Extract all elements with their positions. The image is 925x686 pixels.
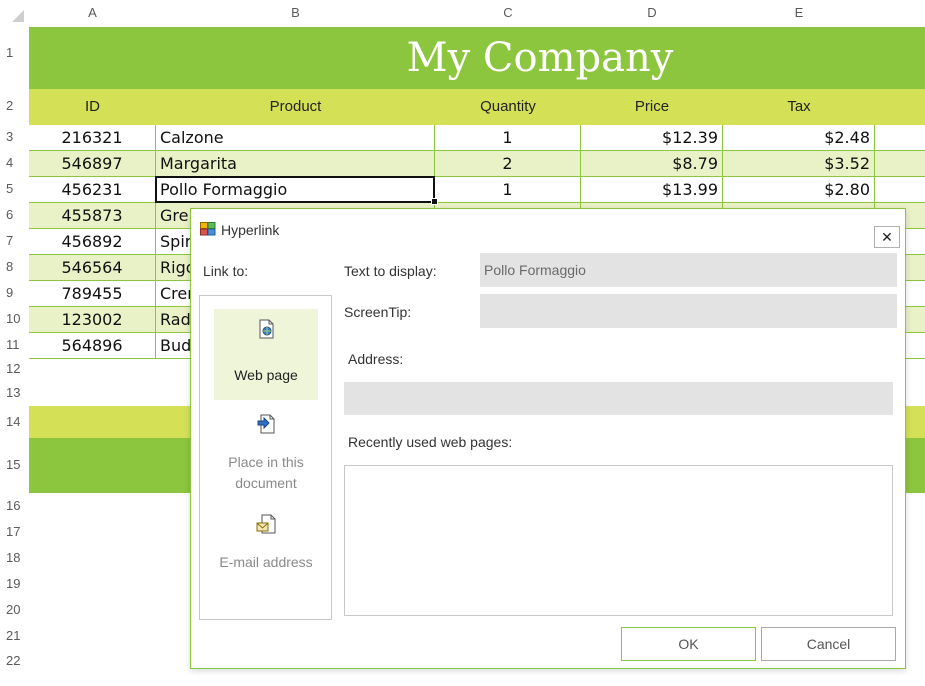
cell-f[interactable] <box>875 177 925 203</box>
cell-id[interactable]: 123002 <box>29 307 156 333</box>
row-header-5[interactable]: 5 <box>0 181 28 196</box>
column-header-b[interactable]: B <box>156 0 435 26</box>
row-header-7[interactable]: 7 <box>0 233 28 248</box>
ok-button[interactable]: OK <box>621 627 756 661</box>
selected-cell-outline <box>155 176 435 203</box>
row-header-20[interactable]: 20 <box>0 602 28 617</box>
cell-id[interactable]: 456231 <box>29 177 156 203</box>
row-header-3[interactable]: 3 <box>0 129 28 144</box>
place-in-document-label: Place in this document <box>228 454 304 491</box>
row-header-12[interactable]: 12 <box>0 361 28 376</box>
row-header-21[interactable]: 21 <box>0 628 28 643</box>
cell-id[interactable]: 546564 <box>29 255 156 281</box>
cell-quantity[interactable]: 1 <box>435 125 581 151</box>
cell-id[interactable]: 456892 <box>29 229 156 255</box>
header-price[interactable]: Price <box>581 89 723 125</box>
column-header-c[interactable]: C <box>435 0 581 26</box>
cell-price[interactable]: $12.39 <box>581 125 723 151</box>
row-header-13[interactable]: 13 <box>0 385 28 400</box>
row-header-4[interactable]: 4 <box>0 155 28 170</box>
close-icon: ✕ <box>881 229 893 245</box>
column-header-e[interactable]: E <box>723 0 875 26</box>
cell-id[interactable]: 789455 <box>29 281 156 307</box>
row-header-10[interactable]: 10 <box>0 311 28 326</box>
row-header-22[interactable]: 22 <box>0 653 28 668</box>
cell-product[interactable]: Margarita <box>156 151 435 177</box>
column-header-d[interactable]: D <box>581 0 723 26</box>
row-header-2[interactable]: 2 <box>0 98 28 113</box>
row-header-9[interactable]: 9 <box>0 285 28 300</box>
cell-quantity[interactable]: 1 <box>435 177 581 203</box>
header-id[interactable]: ID <box>29 89 156 125</box>
row-header-16[interactable]: 16 <box>0 498 28 513</box>
table-row: 546897 Margarita 2 $8.79 $3.52 <box>29 151 925 177</box>
row-header-1[interactable]: 1 <box>0 45 28 60</box>
link-option-place-in-document[interactable]: Place in this document <box>214 414 318 494</box>
fill-handle[interactable] <box>431 198 438 205</box>
header-quantity[interactable]: Quantity <box>435 89 581 125</box>
header-product[interactable]: Product <box>156 89 435 125</box>
cell-price[interactable]: $8.79 <box>581 151 723 177</box>
screentip-label: ScreenTip: <box>344 304 412 320</box>
column-header-a[interactable]: A <box>29 0 156 26</box>
address-label: Address: <box>348 351 404 367</box>
address-input[interactable] <box>344 382 893 415</box>
link-option-email-address[interactable]: E-mail address <box>214 514 318 594</box>
cell-tax[interactable]: $2.48 <box>723 125 875 151</box>
select-all-corner[interactable] <box>0 0 28 26</box>
row-header-17[interactable]: 17 <box>0 524 28 539</box>
hyperlink-icon <box>200 222 216 236</box>
table-row: 216321 Calzone 1 $12.39 $2.48 <box>29 125 925 151</box>
cell-price[interactable]: $13.99 <box>581 177 723 203</box>
recent-pages-label: Recently used web pages: <box>348 434 513 450</box>
header-tax[interactable]: Tax <box>723 89 875 125</box>
row-header-6[interactable]: 6 <box>0 207 28 222</box>
cell-f[interactable] <box>875 125 925 151</box>
cancel-button[interactable]: Cancel <box>761 627 896 661</box>
cell-id[interactable]: 216321 <box>29 125 156 151</box>
email-address-icon <box>214 514 318 540</box>
recent-pages-list[interactable] <box>344 465 893 616</box>
cell-f[interactable] <box>875 151 925 177</box>
text-to-display-input[interactable]: Pollo Formaggio <box>480 253 897 287</box>
place-in-document-icon <box>214 414 318 440</box>
company-title: My Company <box>406 35 674 81</box>
web-page-label: Web page <box>234 367 298 383</box>
link-to-label: Link to: <box>203 263 249 279</box>
cell-id[interactable]: 564896 <box>29 333 156 359</box>
cell-tax[interactable]: $3.52 <box>723 151 875 177</box>
cell-tax[interactable]: $2.80 <box>723 177 875 203</box>
cell-id[interactable]: 546897 <box>29 151 156 177</box>
link-option-web-page[interactable]: Web page <box>214 309 318 400</box>
link-type-list: Web page Place in this document E-mail a… <box>199 295 332 620</box>
screentip-input[interactable] <box>480 294 897 328</box>
row-header-15[interactable]: 15 <box>0 457 28 472</box>
web-page-icon <box>214 319 318 345</box>
hyperlink-dialog: Hyperlink ✕ Link to: Web page Place in t… <box>190 208 906 669</box>
close-button[interactable]: ✕ <box>874 226 900 248</box>
row-header-11[interactable]: 11 <box>0 337 28 352</box>
cell-id[interactable]: 455873 <box>29 203 156 229</box>
cell-quantity[interactable]: 2 <box>435 151 581 177</box>
row-header-18[interactable]: 18 <box>0 550 28 565</box>
dialog-title: Hyperlink <box>221 222 280 238</box>
row-header-8[interactable]: 8 <box>0 259 28 274</box>
row-header-14[interactable]: 14 <box>0 414 28 429</box>
text-to-display-label: Text to display: <box>344 263 437 279</box>
row-header-19[interactable]: 19 <box>0 576 28 591</box>
email-address-label: E-mail address <box>219 554 313 570</box>
cell-product[interactable]: Calzone <box>156 125 435 151</box>
